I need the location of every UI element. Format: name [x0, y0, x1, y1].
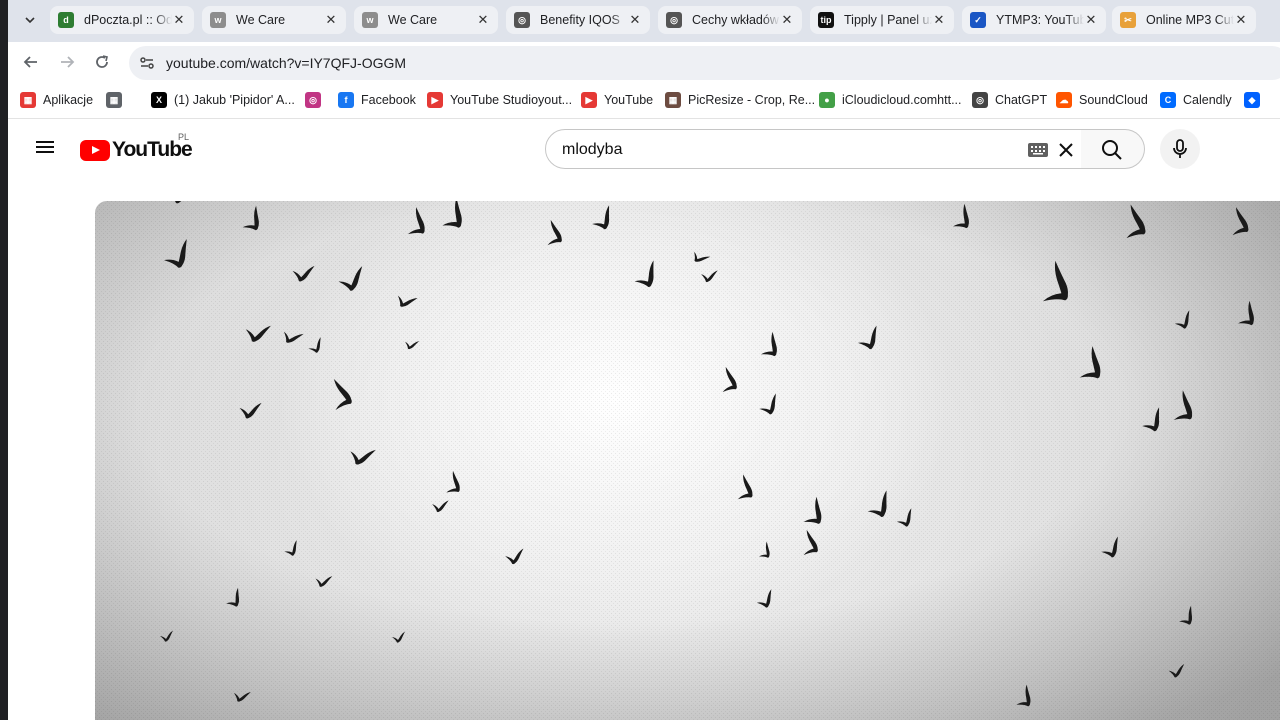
video-frame [95, 201, 1280, 720]
tab-search-chevron-icon[interactable] [20, 9, 40, 31]
site-settings-icon[interactable] [137, 53, 157, 73]
close-tab-icon[interactable]: ✕ [476, 12, 490, 28]
tab-favicon-icon: ◎ [514, 12, 530, 28]
bookmark-favicon-icon: ▶ [581, 92, 597, 108]
screen-edge [0, 0, 8, 720]
tab-title: YTMP3: YouTube [996, 13, 1084, 27]
tab-title: We Care [388, 13, 438, 27]
tab-favicon-icon: w [362, 12, 378, 28]
bookmark-favicon-icon: C [1160, 92, 1176, 108]
bookmark-item[interactable]: ▶ YouTube [581, 91, 653, 109]
browser-window: ddPoczta.pl :: Odbiór✕wWe Care✕wWe Care✕… [8, 0, 1280, 720]
bookmark-favicon-icon: ☁ [1056, 92, 1072, 108]
browser-tab[interactable]: tip Tipply | Panel użytkownika✕ [810, 6, 954, 34]
bookmark-item[interactable]: C Calendly [1160, 91, 1232, 109]
tab-title: Online MP3 Cutter [1146, 13, 1234, 27]
keyboard-icon[interactable] [1028, 143, 1048, 157]
bookmark-label: YouTube Studioyout... [450, 93, 573, 107]
close-tab-icon[interactable]: ✕ [628, 12, 642, 28]
tab-favicon-icon: ◎ [666, 12, 682, 28]
search-button[interactable] [1081, 129, 1145, 169]
voice-search-button[interactable] [1160, 129, 1200, 169]
bookmark-favicon-icon: f [338, 92, 354, 108]
close-tab-icon[interactable]: ✕ [932, 12, 946, 28]
search-input[interactable] [562, 139, 1002, 161]
bookmark-label: SoundCloud [1079, 93, 1148, 107]
bookmark-label: YouTube [604, 93, 654, 107]
bookmark-item[interactable]: ◎ [305, 91, 328, 109]
bookmark-item[interactable]: f Facebook [338, 91, 416, 109]
bookmark-item[interactable]: ▦ PicResize - Crop, Re... [665, 91, 815, 109]
browser-tab[interactable]: ◎ Cechy wkładów ✕ [658, 6, 802, 34]
browser-tab[interactable]: d dPoczta.pl :: Odbiór✕ [50, 6, 194, 34]
close-tab-icon[interactable]: ✕ [1084, 12, 1098, 28]
bookmark-label: Facebook [361, 93, 416, 107]
tab-favicon-icon: tip [818, 12, 834, 28]
bookmark-favicon-icon: X [151, 92, 167, 108]
youtube-logo[interactable]: YouTube PL [80, 132, 193, 162]
tab-favicon-icon: w [210, 12, 226, 28]
browser-tab[interactable]: ◎ Benefity IQOS ✕ [506, 6, 650, 34]
microphone-icon [1173, 139, 1187, 158]
bookmark-label: ChatGPT [995, 93, 1048, 107]
bookmark-favicon-icon: ▶ [427, 92, 443, 108]
browser-tab[interactable]: w We Care ✕ [354, 6, 498, 34]
bookmark-label: (1) Jakub 'Pipidor' A... [174, 93, 295, 107]
bookmark-label: Aplikacje [43, 93, 94, 107]
browser-tab[interactable]: w We Care ✕ [202, 6, 346, 34]
tab-strip: ddPoczta.pl :: Odbiór✕wWe Care✕wWe Care✕… [8, 0, 1280, 42]
tab-title: dPoczta.pl :: Odbiór [84, 13, 172, 27]
search-box [545, 129, 1082, 169]
youtube-play-icon [80, 139, 110, 161]
video-player[interactable] [95, 201, 1280, 720]
clear-search-icon[interactable] [1054, 138, 1078, 162]
bookmark-item[interactable]: X (1) Jakub 'Pipidor' A... [151, 91, 295, 109]
address-bar[interactable]: youtube.com/watch?v=IY7QFJ-OGGM [129, 46, 1280, 80]
close-tab-icon[interactable]: ✕ [324, 12, 338, 28]
bookmark-favicon-icon: ◎ [305, 92, 321, 108]
url-text[interactable]: youtube.com/watch?v=IY7QFJ-OGGM [166, 55, 406, 71]
tab-title: Tipply | Panel użytkownika [844, 13, 932, 27]
tab-title: We Care [236, 13, 286, 27]
youtube-header: YouTube PL [8, 120, 1280, 180]
bookmark-favicon-icon: ▦ [106, 92, 122, 108]
bookmarks-bar: ▦ Aplikacje ▦ X (1) Jakub 'Pipidor' A... ◎ f Fa… [8, 82, 1280, 119]
bookmark-favicon-icon: ▦ [665, 92, 681, 108]
back-arrow-icon[interactable] [20, 51, 42, 73]
tab-favicon-icon: ✂ [1120, 12, 1136, 28]
bookmark-favicon-icon: ▦ [20, 92, 36, 108]
bookmark-item[interactable]: ● iCloudicloud.comhtt... [819, 91, 962, 109]
bookmark-label: Calendly [1183, 93, 1232, 107]
tab-title: Cechy wkładów [692, 13, 779, 27]
tab-title: Benefity IQOS [540, 13, 620, 27]
browser-tab[interactable]: ✂ Online MP3 Cutter✕ [1112, 6, 1256, 34]
close-tab-icon[interactable]: ✕ [172, 12, 186, 28]
reload-icon[interactable] [91, 51, 113, 73]
tab-favicon-icon: d [58, 12, 74, 28]
bookmark-item[interactable]: ▦ Aplikacje [20, 91, 93, 109]
close-tab-icon[interactable]: ✕ [780, 12, 794, 28]
forward-arrow-icon[interactable] [56, 51, 78, 73]
bookmark-label: iCloudicloud.comhtt... [842, 93, 962, 107]
bookmark-item[interactable]: ◎ ChatGPT [972, 91, 1047, 109]
bookmark-item[interactable]: ▶ YouTube Studioyout... [427, 91, 572, 109]
bookmark-item[interactable]: ▦ [106, 91, 129, 109]
tab-favicon-icon: ✓ [970, 12, 986, 28]
country-code: PL [178, 132, 190, 142]
hamburger-menu-icon[interactable] [33, 138, 57, 162]
search-icon [1102, 140, 1122, 160]
bookmark-favicon-icon: ◎ [972, 92, 988, 108]
bookmark-favicon-icon: ● [819, 92, 835, 108]
bookmark-item[interactable]: ☁ SoundCloud [1056, 91, 1148, 109]
bookmark-label: PicResize - Crop, Re... [688, 93, 816, 107]
bookmark-favicon-icon: ◆ [1244, 92, 1260, 108]
browser-tab[interactable]: ✓ YTMP3: YouTube ✕ [962, 6, 1106, 34]
close-tab-icon[interactable]: ✕ [1234, 12, 1248, 28]
browser-toolbar: youtube.com/watch?v=IY7QFJ-OGGM [8, 42, 1280, 82]
bookmark-item[interactable]: ◆ [1244, 91, 1267, 109]
